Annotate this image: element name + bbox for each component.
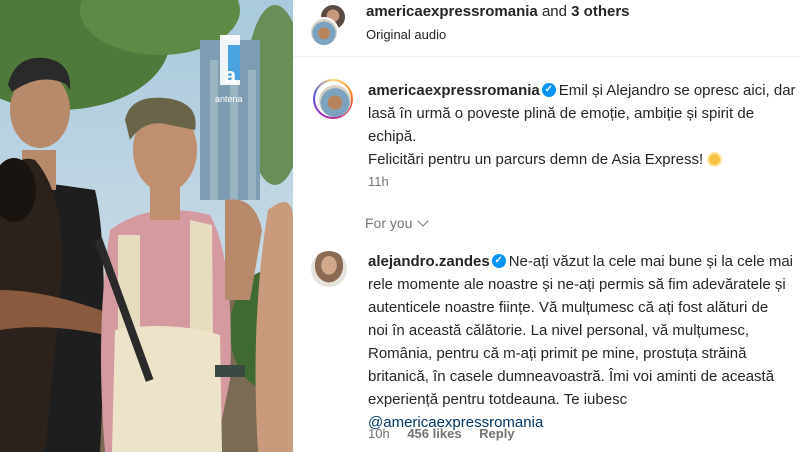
account-link[interactable]: americaexpressromania [366,3,538,20]
channel-logo-letter: a [224,63,237,88]
caption-line: echipă. [368,128,417,145]
video-frame[interactable]: antena a [0,0,293,452]
chevron-down-icon [417,215,430,227]
comment-meta: 10h 456 likes Reply [368,426,515,441]
reply-button[interactable]: Reply [479,426,514,441]
comment-line: autenticele noastre ființe. Vă mulțumesc… [368,299,769,316]
comment-text: alejandro.zandes ✓ Ne-ați văzut la cele ma… [368,250,800,434]
comment-avatar[interactable] [311,251,347,287]
account-avatar [309,17,339,47]
post-authors: americaexpressromania and 3 others [366,3,630,20]
verified-badge-icon: ✓ [491,254,506,269]
authors-joiner: and [537,3,572,20]
video-scene-image: antena a [0,0,293,452]
comment-line: noi în această călătorie. La nivel perso… [368,322,750,339]
audio-link[interactable]: Original audio [366,27,446,42]
comment-line: britanică, în casele dumneavoastră. Îmi … [368,368,775,385]
comment-timestamp[interactable]: 10h [368,426,390,441]
caption-avatar[interactable] [313,79,353,119]
caption-line: Felicitări pentru un parcurs demn de Asi… [368,151,704,168]
caption-username[interactable]: americaexpressromania [368,82,540,99]
comment-line: Ne-ați văzut la cele mai bune și la cele… [508,253,794,270]
caption-timestamp[interactable]: 11h [368,174,389,189]
comment-line: rele momente ale noastre și ne-ați permi… [368,276,786,293]
sun-emoji-icon [709,153,721,165]
caption-line: lasă în urmă o poveste plină de emoție, … [368,105,755,122]
caption-text: americaexpressromania ✓ Emil și Alejandro … [368,79,800,171]
post-details-panel: americaexpressromania and 3 others Origi… [293,0,800,452]
verified-badge-icon: ✓ [541,83,556,98]
like-count[interactable]: 456 likes [407,426,461,441]
comment-username[interactable]: alejandro.zandes [368,253,490,270]
caption-line: Emil și Alejandro se opresc aici, dar [558,82,796,99]
comment-line: experiență pentru totdeauna. Te iubesc [368,391,628,408]
for-you-label: For you [365,215,413,231]
collab-avatars[interactable] [307,3,347,47]
comment-line: România, pentru că m-ați primit pe mine,… [368,345,747,362]
channel-logo-text: antena [215,94,243,104]
post-header: americaexpressromania and 3 others Origi… [293,0,800,57]
for-you-filter[interactable]: For you [365,215,430,231]
others-link[interactable]: 3 others [571,3,629,20]
